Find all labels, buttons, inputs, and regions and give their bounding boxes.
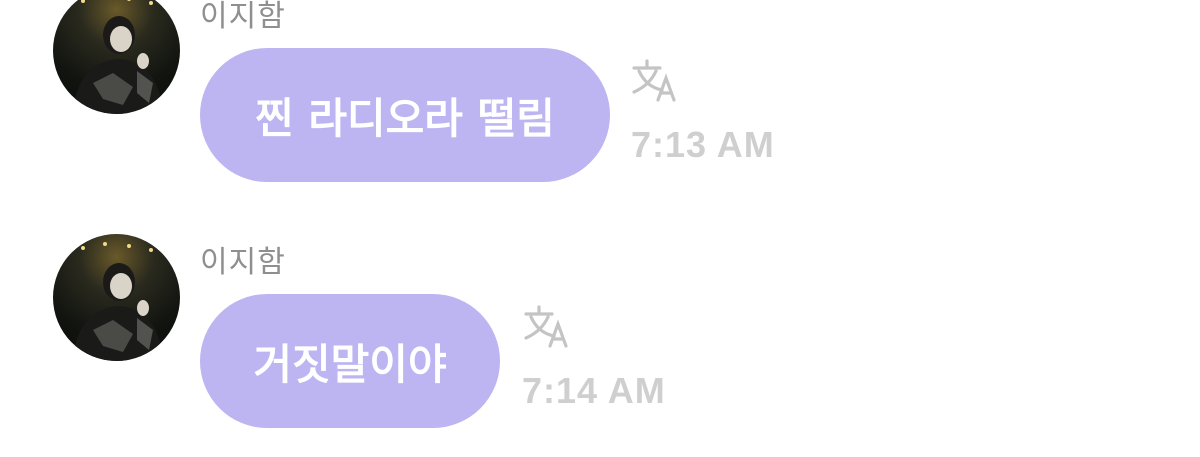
avatar[interactable] (53, 234, 180, 361)
avatar-photo (73, 0, 163, 114)
avatar-photo (73, 242, 163, 361)
message-text: 찐 라디오라 떨림 (255, 93, 555, 143)
message-text: 거짓말이야 (253, 339, 447, 389)
message-bubble[interactable]: 거짓말이야 (200, 294, 500, 428)
translate-icon[interactable] (524, 304, 572, 348)
timestamp: 7:13 AM (631, 124, 775, 165)
sender-name: 이지함 (200, 245, 286, 280)
avatar[interactable] (53, 0, 180, 114)
translate-icon[interactable] (632, 58, 680, 102)
message-bubble[interactable]: 찐 라디오라 떨림 (200, 48, 610, 182)
timestamp: 7:14 AM (522, 370, 666, 411)
sender-name: 이지함 (200, 0, 286, 34)
